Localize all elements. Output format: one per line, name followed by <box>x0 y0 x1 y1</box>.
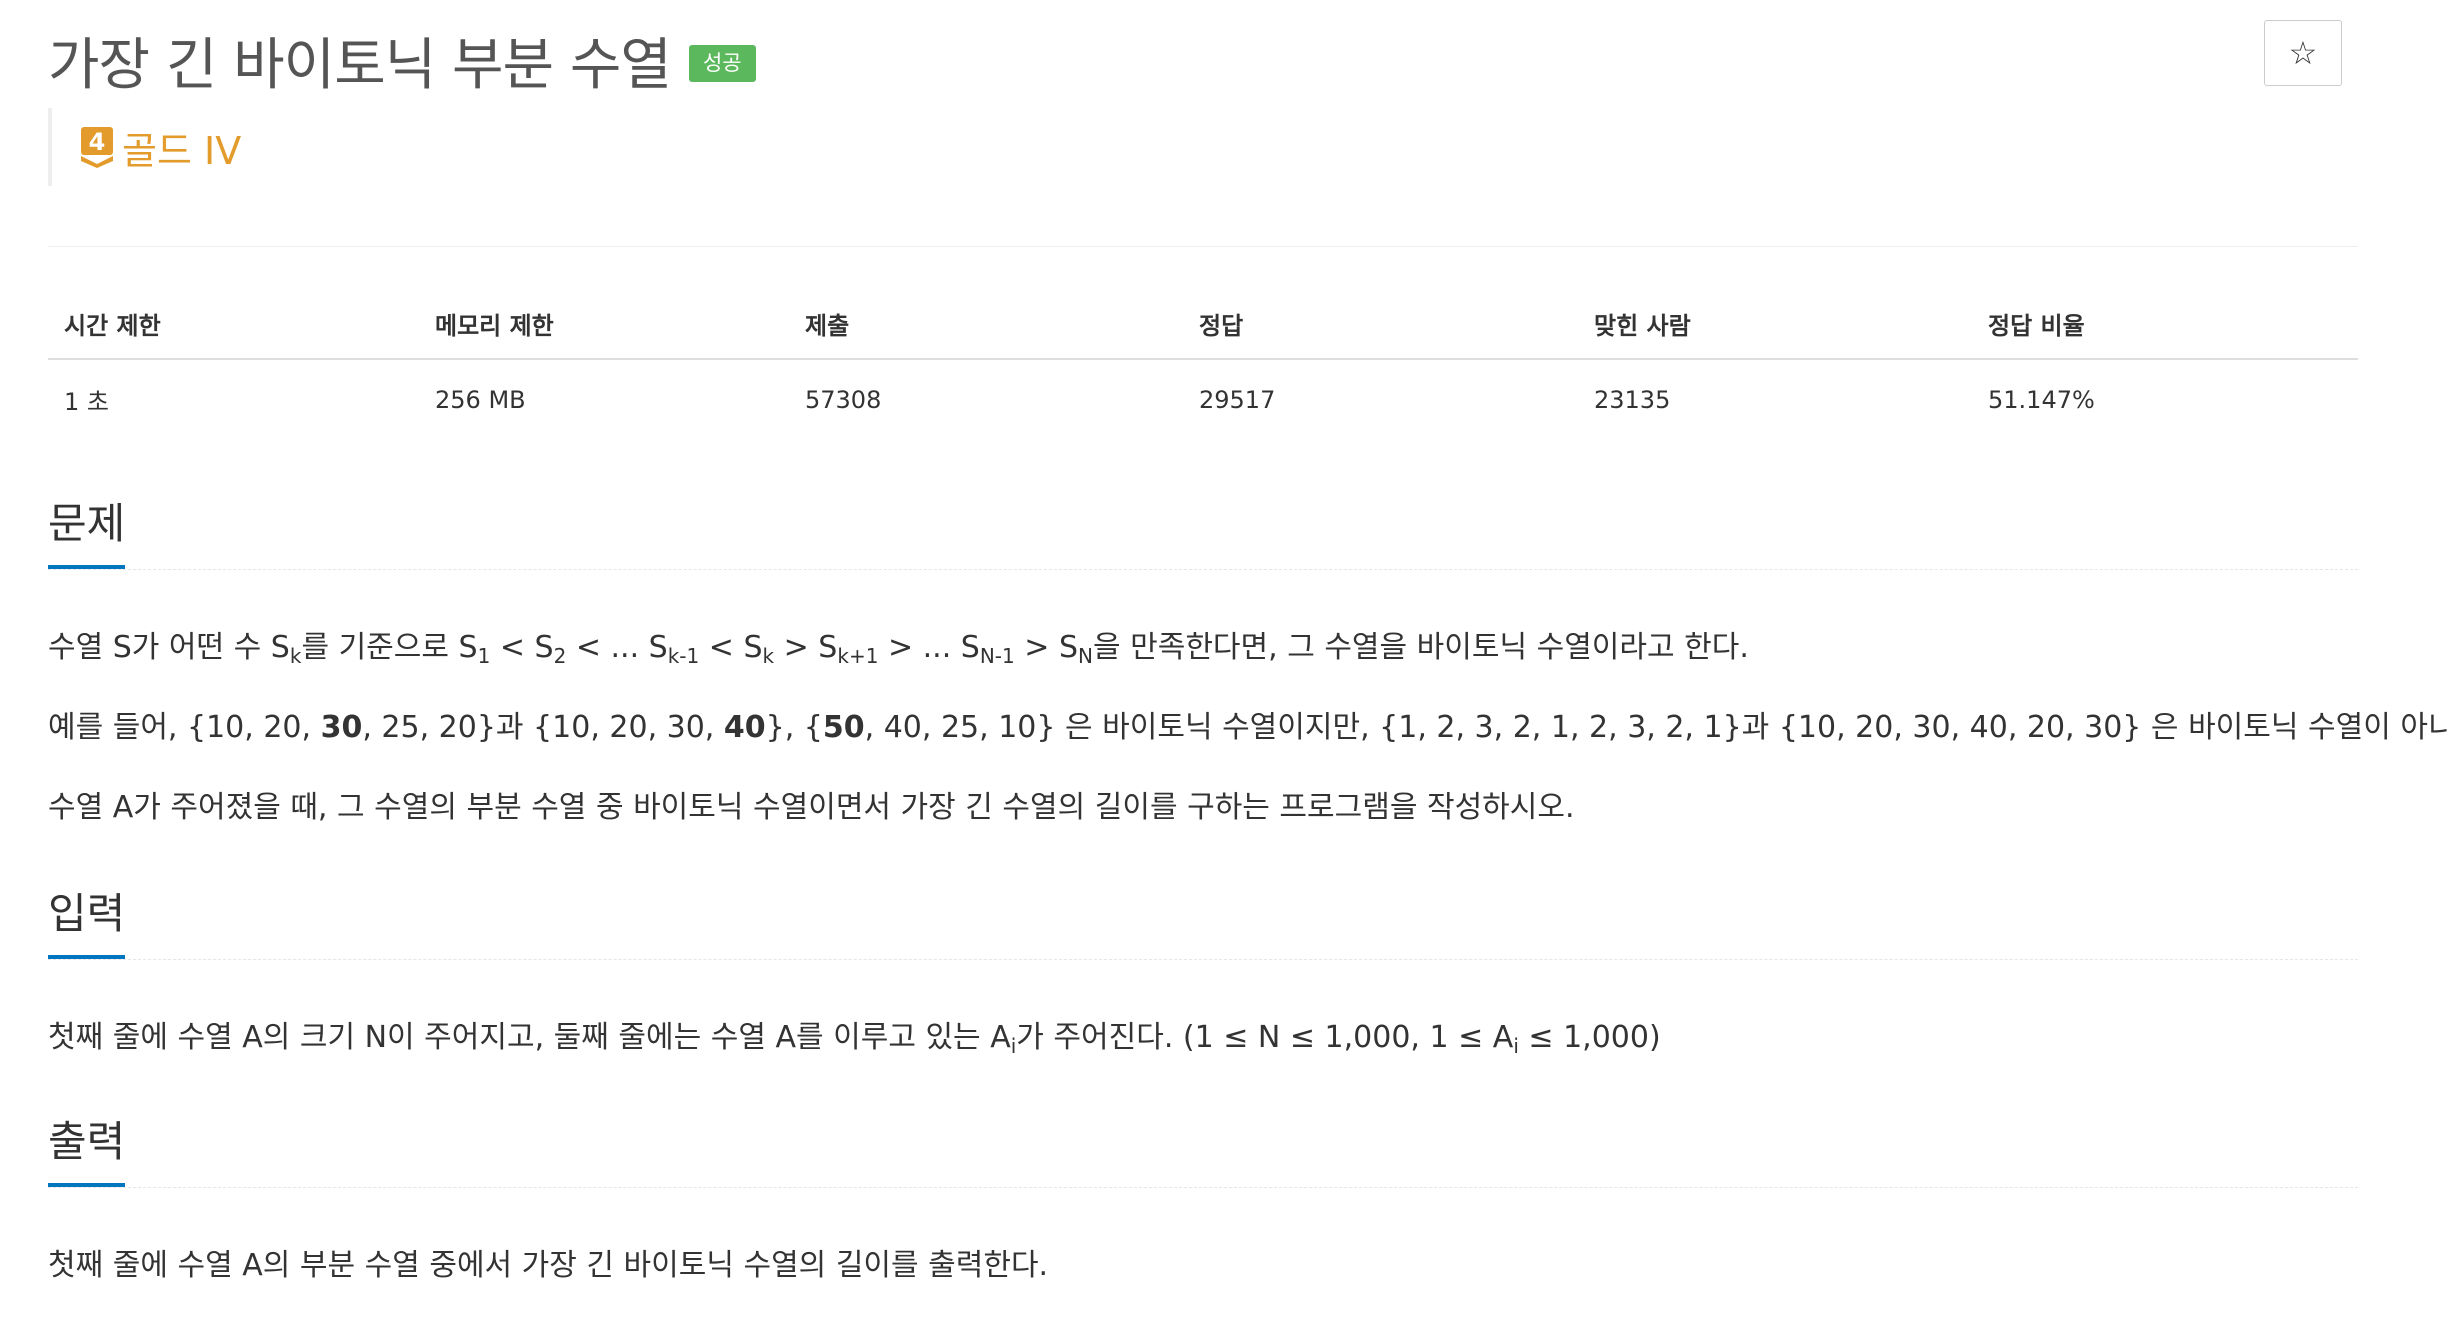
info-table-header-row: 시간 제한 메모리 제한 제출 정답 맞힌 사람 정답 비율 <box>48 288 2358 360</box>
info-table-row: 1 초 256 MB 57308 29517 23135 51.147% <box>48 359 2358 439</box>
accept-ratio-value: 51.147% <box>1988 385 2095 414</box>
header-memory-limit: 메모리 제한 <box>419 288 789 360</box>
problem-section-title: 문제 <box>48 490 126 569</box>
section-divider <box>48 959 2358 960</box>
divider <box>48 246 2358 247</box>
output-section-header: 출력 <box>48 1108 2358 1188</box>
tier-row: 4 골드 IV <box>48 108 241 186</box>
submissions-value: 57308 <box>805 385 882 414</box>
input-section-header: 입력 <box>48 880 2358 960</box>
input-description: 첫째 줄에 수열 A의 크기 N이 주어지고, 둘째 줄에는 수열 A를 이루고… <box>48 1020 1661 1058</box>
header-time-limit: 시간 제한 <box>48 288 419 360</box>
memory-limit-value: 256 MB <box>435 385 526 414</box>
problem-section-header: 문제 <box>48 490 2358 570</box>
output-description: 첫째 줄에 수열 A의 부분 수열 중에서 가장 긴 바이토닉 수열의 길이를 … <box>48 1248 1049 1283</box>
output-section-title: 출력 <box>48 1108 126 1187</box>
header-solved-users[interactable]: 맞힌 사람 <box>1578 288 1972 360</box>
problem-description-line-1: 수열 S가 어떤 수 Sk를 기준으로 S1 < S2 < ... Sk-1 <… <box>48 630 1749 668</box>
title-row: 가장 긴 바이토닉 부분 수열 성공 <box>48 10 756 110</box>
section-divider <box>48 1187 2358 1188</box>
header-accepted[interactable]: 정답 <box>1183 288 1578 360</box>
info-table: 시간 제한 메모리 제한 제출 정답 맞힌 사람 정답 비율 1 초 256 M… <box>48 288 2358 439</box>
accepted-value: 29517 <box>1199 385 1276 414</box>
section-divider <box>48 569 2358 570</box>
gold-tier-icon: 4 <box>80 126 114 168</box>
header-submissions[interactable]: 제출 <box>789 288 1183 360</box>
input-section-title: 입력 <box>48 880 126 959</box>
header-accept-ratio: 정답 비율 <box>1972 288 2358 360</box>
time-limit-value: 1 초 <box>64 388 109 416</box>
tier-number: 4 <box>89 128 106 156</box>
solved-users-value: 23135 <box>1594 385 1671 414</box>
problem-title: 가장 긴 바이토닉 부분 수열 <box>48 32 672 98</box>
status-badge: 성공 <box>688 44 756 82</box>
favorite-star-button[interactable]: ☆ <box>2264 20 2342 86</box>
problem-description-line-3: 수열 A가 주어졌을 때, 그 수열의 부분 수열 중 바이토닉 수열이면서 가… <box>48 790 1575 825</box>
tier-label[interactable]: 골드 IV <box>122 120 241 175</box>
star-icon: ☆ <box>2288 34 2318 72</box>
problem-description-line-2: 예를 들어, {10, 20, 30, 25, 20}과 {10, 20, 30… <box>48 710 2448 745</box>
